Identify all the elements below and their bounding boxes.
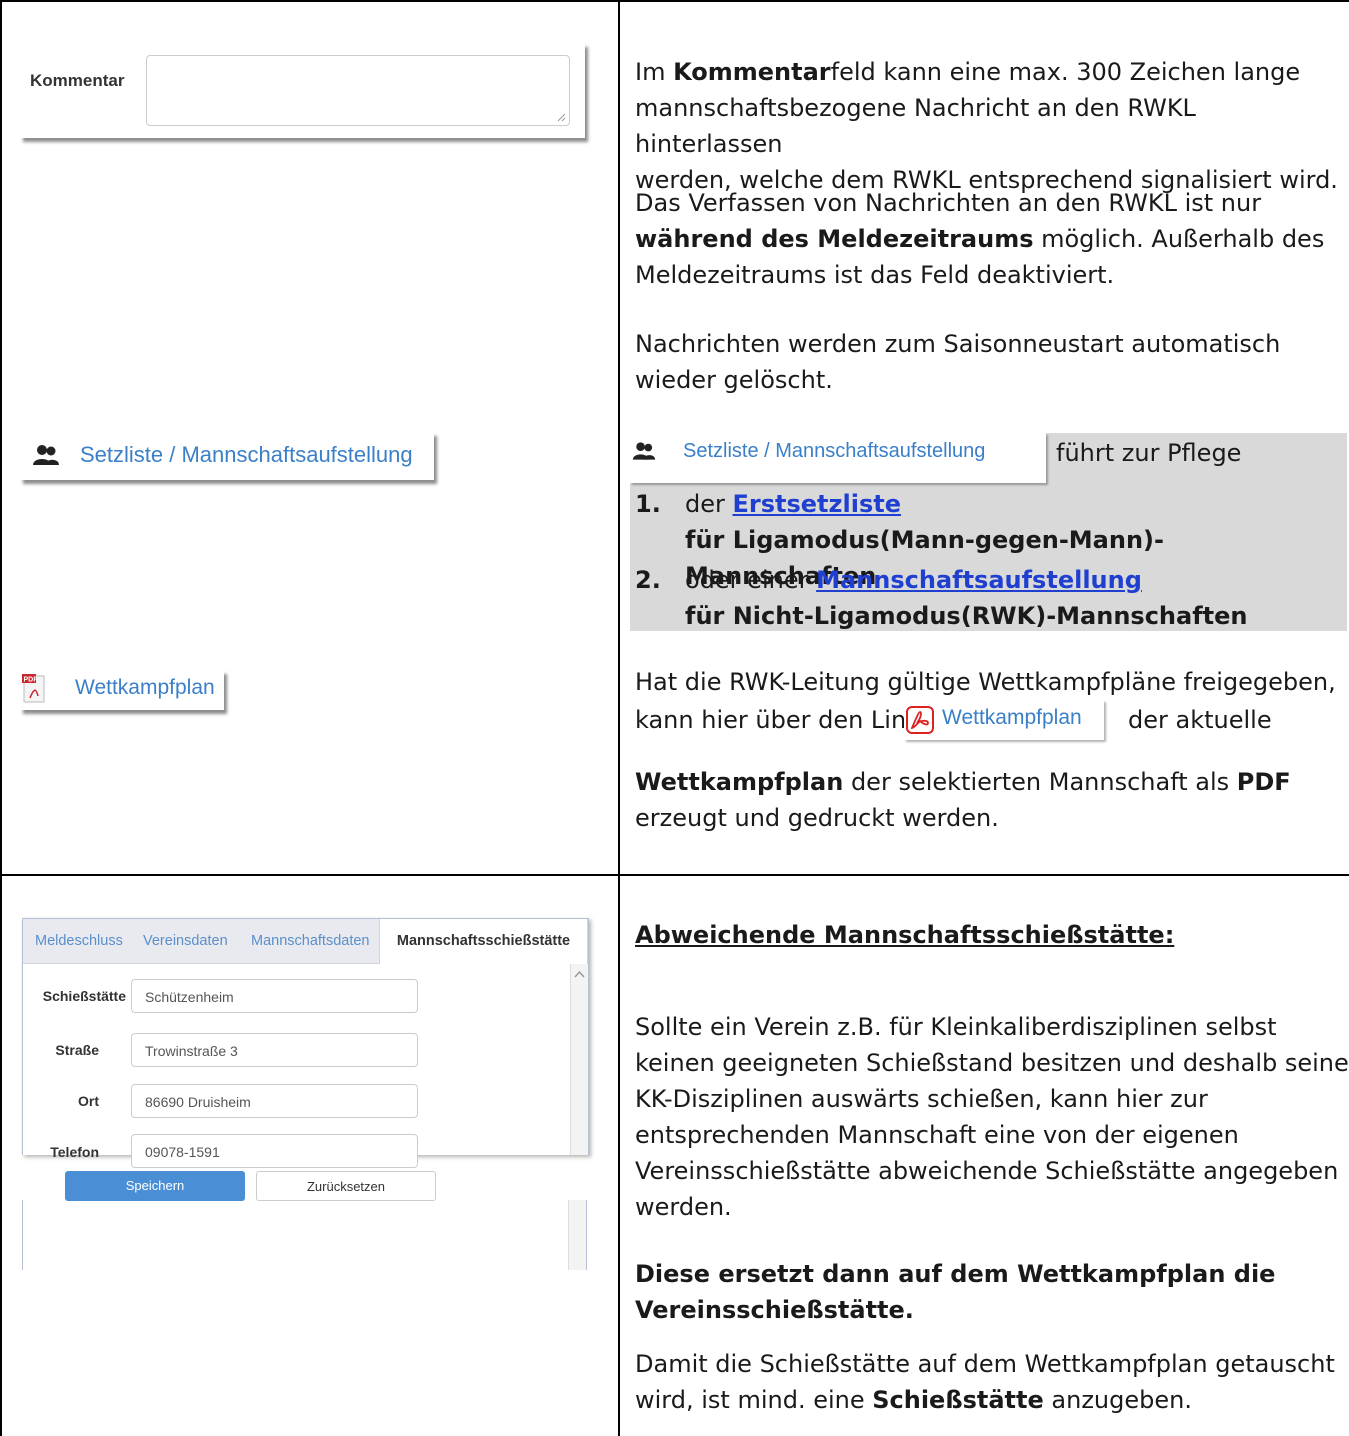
resize-handle-icon [557,113,566,122]
text: Sollte ein Verein z.B. für Kleinkaliberd… [635,1013,1277,1041]
strasse-input[interactable]: Trowinstraße 3 [131,1033,418,1067]
abweichende-heading: Abweichende Mannschaftsschießstätte: [635,921,1175,949]
mannschaftsaufstellung-link[interactable]: Mannschaftsaufstellung [816,566,1142,594]
svg-text:PDF: PDF [24,677,39,684]
users-icon [632,442,656,460]
text: Meldezeitraums ist das Feld deaktiviert. [635,261,1115,289]
text: entsprechenden Mannschaft eine von der e… [635,1121,1239,1149]
scrollbar-track[interactable] [568,1200,586,1270]
tab-mannschaftsschiessstaette[interactable]: Mannschaftsschießstätte [379,919,588,964]
schiessstaette-input[interactable]: Schützenheim [131,979,418,1013]
bold-text: für Nicht-Ligamodus(RWK)-Mannschaften [685,602,1248,630]
text: der [685,490,733,518]
text: wird, ist mind. eine [635,1386,873,1414]
text: anzugeben. [1043,1386,1192,1414]
text: Hat die RWK-Leitung gültige Wettkampfplä… [635,668,1336,696]
table-border-left [0,0,2,1436]
meldezeitraum-paragraph: Das Verfassen von Nachrichten an den RWK… [635,185,1324,293]
text: KK-Disziplinen auswärts schießen, kann h… [635,1085,1208,1113]
verein-paragraph: Sollte ein Verein z.B. für Kleinkaliberd… [635,1009,1349,1225]
text: der aktuelle [1128,706,1272,734]
list-number: 2. [635,566,661,594]
text: wieder gelöscht. [635,366,833,394]
field-label-strasse: Straße [55,1042,99,1058]
wettkampfplan-link[interactable]: Wettkampfplan [75,676,215,700]
tab-mannschaftsdaten[interactable]: Mannschaftsdaten [251,919,370,963]
scrollbar[interactable] [570,964,588,1155]
scroll-up-icon[interactable] [574,970,585,978]
wettkampfplan-inline-link[interactable]: Wettkampfplan [942,706,1082,730]
list-item: oder einer Mannschaftsaufstellung für Ni… [685,562,1248,634]
setzliste-after-text: führt zur Pflege [1056,439,1242,467]
ersetzt-paragraph: Diese ersetzt dann auf dem Wettkampfplan… [635,1256,1275,1328]
tab-meldeschluss[interactable]: Meldeschluss [35,919,123,963]
setzliste-inline-link[interactable]: Setzliste / Mannschaftsaufstellung [683,440,985,463]
text: feld kann eine max. 300 Zeichen lange [830,58,1301,86]
acrobat-icon [906,706,934,734]
wettkampfplan-snippet: PDF Wettkampfplan [20,670,224,710]
setzliste-link[interactable]: Setzliste / Mannschaftsaufstellung [80,442,413,468]
table-border-top [0,0,1349,2]
text: Diese ersetzt dann auf dem Wettkampfplan… [635,1260,1276,1288]
field-label-ort: Ort [78,1093,99,1109]
text: keinen geeigneten Schießstand besitzen u… [635,1049,1349,1077]
table-row-divider [0,874,1349,876]
kommentar-textarea[interactable] [146,55,570,126]
text: kann hier über den Link [635,706,921,734]
text: Damit die Schießstätte auf dem Wettkampf… [635,1350,1335,1378]
list-number: 1. [635,490,661,518]
bold-text: PDF [1236,768,1291,796]
text: Vereinsschießstätte. [635,1296,914,1324]
table-divider [618,0,620,1436]
tausch-paragraph: Damit die Schießstätte auf dem Wettkampf… [635,1346,1335,1418]
saisonneustart-paragraph: Nachrichten werden zum Saisonneustart au… [635,326,1280,398]
save-button[interactable]: Speichern [65,1171,245,1201]
wettkampfplan-inline-button[interactable]: Wettkampfplan [904,700,1104,740]
wettkampfplan-paragraph: Hat die RWK-Leitung gültige Wettkampfplä… [635,664,1336,700]
bold-text: Wettkampfplan [635,768,844,796]
telefon-input[interactable]: 09078-1591 [131,1134,418,1168]
users-icon [33,445,59,465]
text: Nachrichten werden zum Saisonneustart au… [635,330,1281,358]
pdf-icon: PDF [22,674,45,703]
text: oder einer [685,566,817,594]
field-label-schiessstaette: Schießstätte [42,988,126,1004]
kommentar-snippet: Kommentar [20,43,585,138]
text: mannschaftsbezogene Nachricht an den RWK… [635,94,1196,158]
text: Vereinsschießstätte abweichende Schießst… [635,1157,1339,1185]
bold-text: während des Meldezeitraums [635,225,1034,253]
tab-vereinsdaten[interactable]: Vereinsdaten [143,919,228,963]
text: werden. [635,1193,732,1221]
text: Im [635,58,674,86]
setzliste-snippet: Setzliste / Mannschaftsaufstellung [20,432,434,480]
ort-input[interactable]: 86690 Druisheim [131,1084,418,1118]
kommentar-label: Kommentar [30,71,125,90]
text: Das Verfassen von Nachrichten an den RWK… [635,189,1262,217]
text: möglich. Außerhalb des [1033,225,1325,253]
text: der selektierten Mannschaft als [843,768,1237,796]
erstsetzliste-link[interactable]: Erstsetzliste [733,490,901,518]
text: erzeugt und gedruckt werden. [635,804,999,832]
bold-text: Schießstätte [872,1386,1044,1414]
reset-button[interactable]: Zurücksetzen [256,1171,436,1201]
field-label-telefon: Telefon [50,1144,99,1160]
wettkampfplan-paragraph-cont: Wettkampfplan der selektierten Mannschaf… [635,764,1291,836]
setzliste-inline-button[interactable]: Setzliste / Mannschaftsaufstellung [630,433,1046,483]
bold-text: Kommentar [673,58,831,86]
kommentar-paragraph: Im Kommentarfeld kann eine max. 300 Zeic… [635,54,1349,198]
panel-lower-frame [22,1200,587,1270]
schiessstaette-panel: Meldeschluss Vereinsdaten Mannschaftsdat… [22,918,589,1160]
